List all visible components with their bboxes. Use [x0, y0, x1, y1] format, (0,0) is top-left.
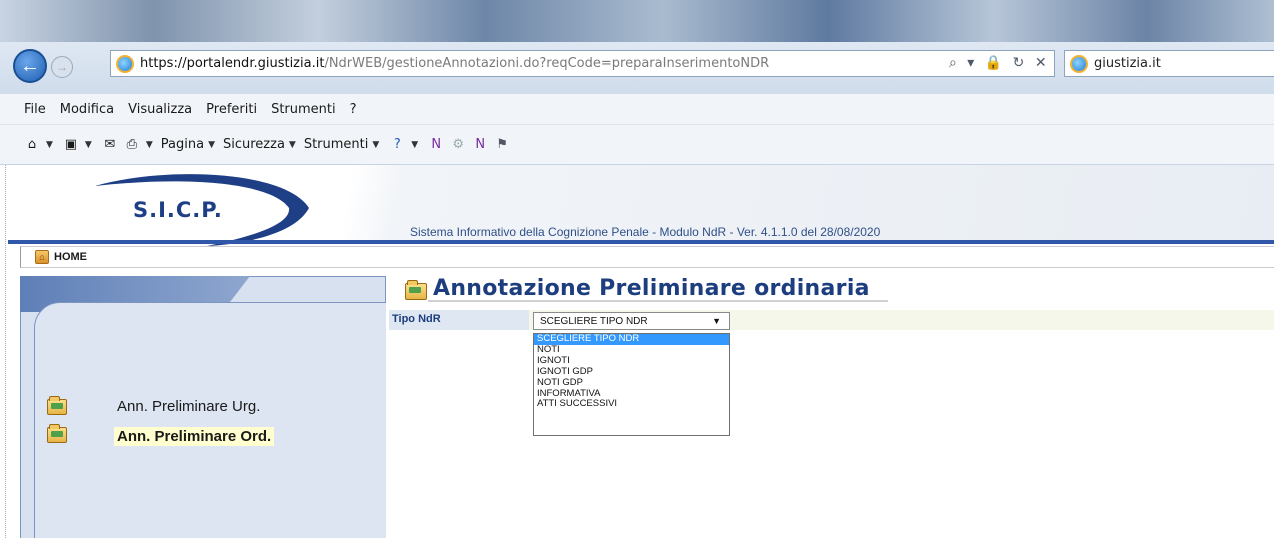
menu-strumenti[interactable]: Strumenti — [271, 102, 336, 117]
chevron-down-icon: ▼ — [712, 316, 721, 326]
browser-title-bar — [0, 0, 1274, 42]
chevron-down-icon[interactable]: ▼ — [289, 140, 296, 150]
menu-modifica[interactable]: Modifica — [60, 102, 114, 117]
menu-visualizza[interactable]: Visualizza — [128, 102, 192, 117]
feeds-icon[interactable]: ▣ — [61, 137, 81, 152]
chevron-down-icon[interactable]: ▼ — [46, 140, 53, 150]
tipo-ndr-select[interactable]: SCEGLIERE TIPO NDR ▼ — [533, 312, 730, 330]
tipo-ndr-dropdown-list: SCEGLIERE TIPO NDR NOTI IGNOTI IGNOTI GD… — [533, 333, 730, 436]
chevron-down-icon[interactable]: ▼ — [146, 140, 153, 150]
home-page-icon[interactable]: ⌂ — [22, 137, 42, 152]
folder-icon — [405, 280, 427, 300]
folder-icon[interactable] — [47, 396, 67, 415]
security-menu[interactable]: Sicurezza — [223, 137, 285, 152]
app-logo: S.I.C.P. — [133, 198, 223, 222]
site-icon — [116, 54, 134, 73]
chevron-down-icon[interactable]: ▼ — [208, 140, 215, 150]
option-scegliere-tipo-ndr[interactable]: SCEGLIERE TIPO NDR — [534, 333, 729, 345]
title-divider — [428, 300, 888, 302]
home-link[interactable]: HOME — [54, 251, 87, 263]
tools-menu[interactable]: Strumenti — [304, 137, 369, 152]
url-host: https://portalendr.giustizia.it — [140, 56, 325, 71]
arrow-left-icon: ← — [20, 54, 40, 77]
page-menu[interactable]: Pagina — [161, 137, 204, 152]
option-noti-gdp[interactable]: NOTI GDP — [534, 377, 729, 389]
home-icon[interactable]: ⌂ — [35, 250, 49, 264]
back-button[interactable]: ← — [13, 49, 47, 83]
chevron-down-icon[interactable]: ▼ — [411, 140, 418, 150]
url-path: /NdrWEB/gestioneAnnotazioni.do?reqCode=p… — [324, 56, 770, 71]
tipo-ndr-label: Tipo NdR — [389, 310, 529, 330]
address-controls[interactable]: ⌕ ▾ 🔒 ↻ ✕ — [949, 55, 1050, 71]
address-bar[interactable]: https://portalendr.giustizia.it/NdrWEB/g… — [110, 50, 1055, 77]
menu-help[interactable]: ? — [350, 102, 357, 117]
option-atti-successivi[interactable]: ATTI SUCCESSIVI — [534, 399, 729, 410]
print-icon[interactable]: ⎙ — [122, 137, 142, 152]
onenote-icon[interactable]: N — [426, 137, 446, 152]
banner-divider — [8, 240, 1274, 244]
menu-bar: File Modifica Visualizza Preferiti Strum… — [0, 94, 1274, 125]
folder-icon[interactable] — [47, 424, 67, 443]
forward-button[interactable]: → — [51, 56, 73, 78]
chevron-down-icon[interactable]: ▼ — [372, 140, 379, 150]
browser-tab[interactable]: giustizia.it — [1064, 50, 1274, 77]
menu-file[interactable]: File — [24, 102, 46, 117]
onenote-send-icon[interactable]: N — [470, 137, 490, 152]
chevron-down-icon[interactable]: ▼ — [85, 140, 92, 150]
home-bar: ⌂ HOME — [20, 246, 1274, 268]
page-border — [0, 165, 6, 538]
sidebar-item-ann-preliminare-urg[interactable]: Ann. Preliminare Urg. — [117, 398, 260, 415]
mail-icon[interactable]: ✉ — [100, 137, 120, 152]
tab-title: giustizia.it — [1094, 56, 1161, 71]
page-title: Annotazione Preliminare ordinaria — [433, 276, 870, 301]
system-title: Sistema Informativo della Cognizione Pen… — [410, 225, 881, 239]
command-bar: ⌂ ▼ ▣ ▼ ✉ ⎙ ▼ Pagina ▼ Sicurezza ▼ Strumenti ▼… — [0, 125, 1274, 165]
research-icon[interactable]: ⚑ — [492, 137, 512, 152]
help-icon[interactable]: ? — [387, 137, 407, 152]
arrow-right-icon: → — [56, 60, 68, 74]
menu-preferiti[interactable]: Preferiti — [206, 102, 257, 117]
sidebar-item-ann-preliminare-ord[interactable]: Ann. Preliminare Ord. — [114, 427, 275, 446]
select-value: SCEGLIERE TIPO NDR — [540, 315, 648, 327]
sidebar-panel — [34, 302, 386, 538]
settings-icon[interactable]: ⚙ — [448, 137, 468, 152]
tab-site-icon — [1070, 54, 1088, 73]
